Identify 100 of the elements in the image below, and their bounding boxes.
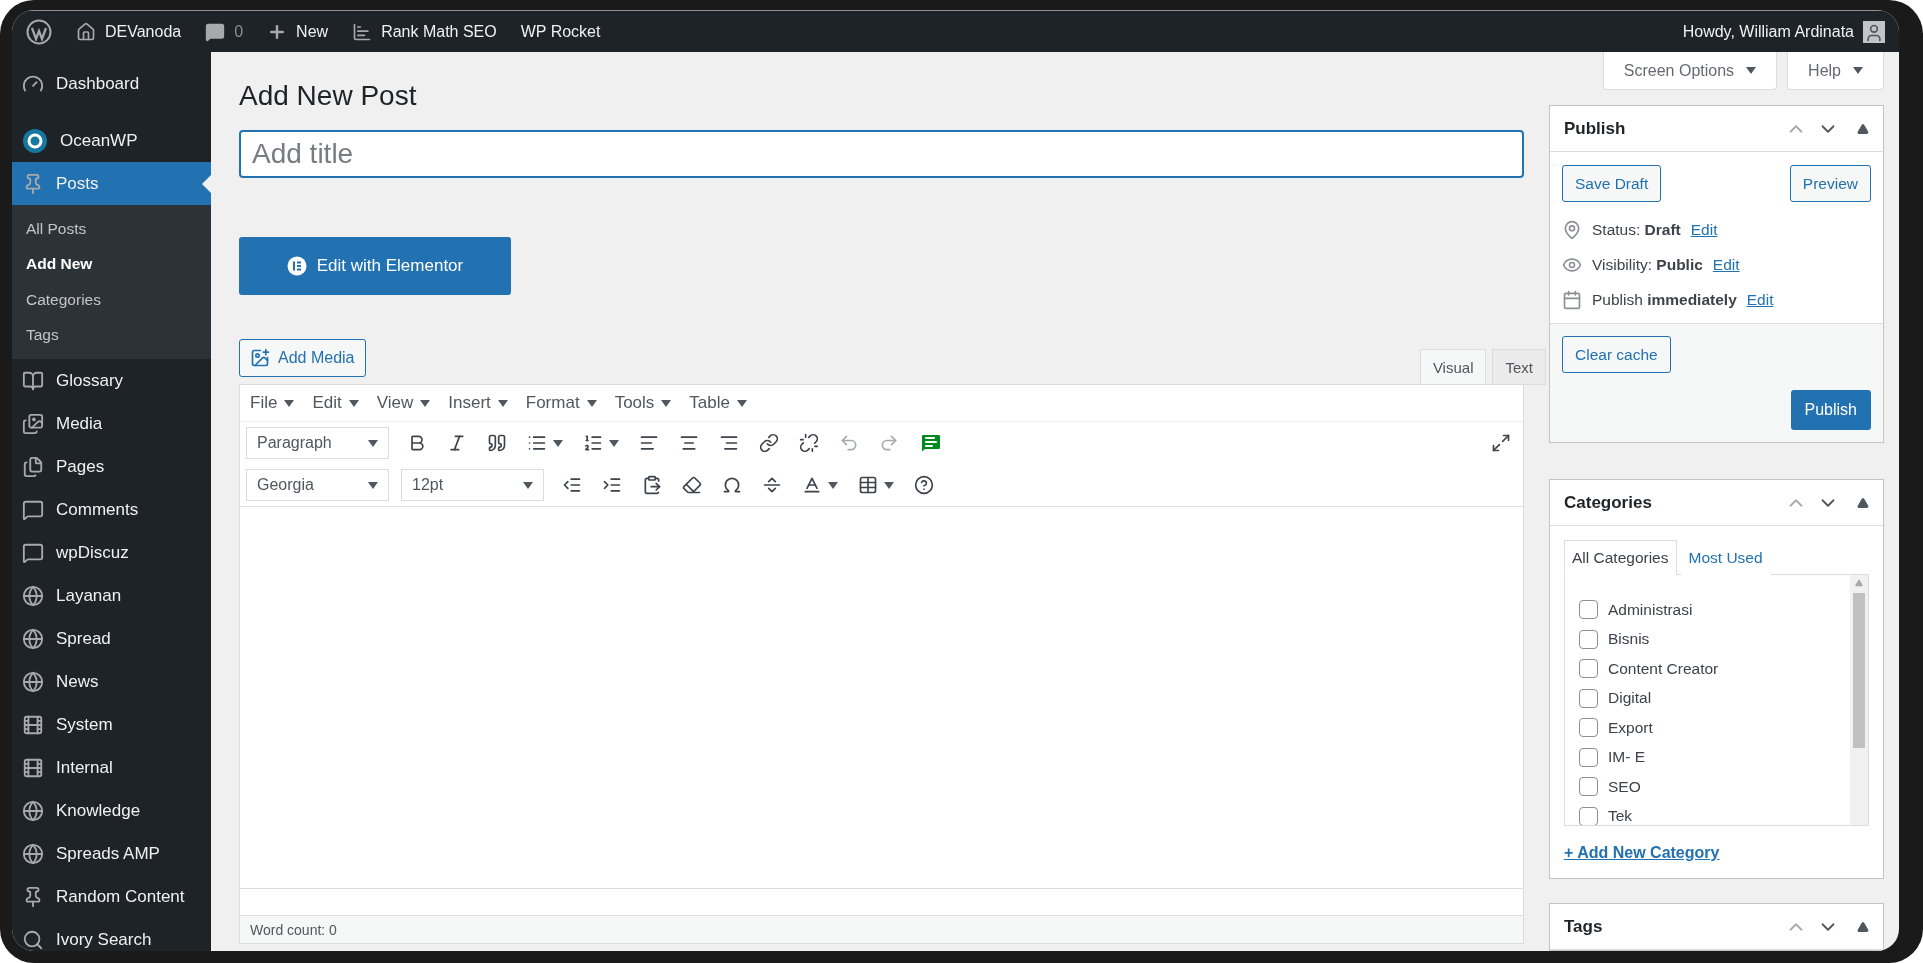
globe-icon <box>22 842 44 865</box>
checkbox[interactable] <box>1579 659 1598 679</box>
submenu-item[interactable]: Add New <box>12 246 211 282</box>
checkbox[interactable] <box>1579 718 1598 738</box>
preview-button[interactable]: Preview <box>1789 165 1871 202</box>
sidebar-item[interactable]: Layanan <box>12 574 211 617</box>
sidebar-item[interactable]: Ivory Search <box>12 918 211 951</box>
collapse-icon[interactable] <box>1857 122 1869 135</box>
add-category-link[interactable]: + Add New Category <box>1564 844 1720 862</box>
edit-link[interactable]: Edit <box>1712 255 1740 274</box>
publish-setting: Status: Draft <box>1592 220 1681 239</box>
submenu-item[interactable]: All Posts <box>12 211 211 247</box>
panel-title: Categories <box>1564 492 1653 513</box>
panel-title: Tags <box>1564 916 1604 937</box>
ring-logo-icon <box>22 127 48 154</box>
checkbox[interactable] <box>1579 747 1598 767</box>
submenu-item[interactable]: Tags <box>12 317 211 353</box>
add-media-button[interactable]: Add Media <box>239 339 366 377</box>
greeting-link[interactable]: Howdy, William Ardinata <box>1682 22 1854 41</box>
clear-cache-button[interactable]: Clear cache <box>1562 336 1671 373</box>
collapse-icon[interactable] <box>1857 920 1869 933</box>
font-select[interactable]: Georgia <box>246 469 389 501</box>
sidebar-item[interactable]: News <box>12 660 211 703</box>
sidebar-item[interactable]: wpDiscuz <box>12 531 211 574</box>
editor-menu[interactable]: Insert <box>448 393 508 413</box>
sidebar-item[interactable]: Spread <box>12 617 211 660</box>
globe-icon <box>22 627 44 650</box>
media-icon <box>250 348 270 368</box>
category-label[interactable]: Export <box>1608 718 1653 737</box>
sidebar-item[interactable]: Media <box>12 402 211 445</box>
editor-tab[interactable]: Visual <box>1419 349 1487 385</box>
category-label[interactable]: SEO <box>1608 777 1641 796</box>
editor-menu[interactable]: Edit <box>312 393 359 413</box>
sidebar-item[interactable]: Dashboard <box>12 62 211 105</box>
editor-menu[interactable]: View <box>376 393 431 413</box>
comment-icon <box>22 498 44 521</box>
pages-icon <box>22 455 44 478</box>
pin-icon <box>1562 219 1582 240</box>
edit-link[interactable]: Edit <box>1690 220 1718 239</box>
sidebar-item[interactable]: Pages <box>12 445 211 488</box>
avatar-icon[interactable] <box>1863 20 1885 43</box>
scrollbar[interactable] <box>1850 575 1868 825</box>
calendar-icon <box>1562 289 1582 310</box>
sidebar-item[interactable]: Posts <box>12 162 211 205</box>
header-tab-button[interactable]: Screen Options <box>1602 52 1778 90</box>
film-icon <box>22 756 44 779</box>
globe-icon <box>22 799 44 822</box>
submenu-item[interactable]: Categories <box>12 282 211 318</box>
editor-menu[interactable]: Tools <box>614 393 672 413</box>
sidebar-item[interactable]: Random Content <box>12 875 211 918</box>
size-select[interactable]: 12pt <box>401 469 544 501</box>
category-tab[interactable]: All Categories <box>1564 540 1677 575</box>
search-icon <box>22 928 44 951</box>
sidebar-item[interactable]: System <box>12 703 211 746</box>
editor-tab[interactable]: Text <box>1492 349 1546 385</box>
category-label[interactable]: Tek <box>1608 807 1633 825</box>
publish-button[interactable]: Publish <box>1790 390 1871 430</box>
elementor-button[interactable]: Edit with Elementor <box>239 237 511 295</box>
collapse-icon[interactable] <box>1857 496 1869 509</box>
checkbox[interactable] <box>1579 629 1598 649</box>
sidebar-item[interactable]: Spreads AMP <box>12 832 211 875</box>
save-draft-button[interactable]: Save Draft <box>1562 165 1662 202</box>
film-icon <box>22 713 44 736</box>
home-icon[interactable] <box>76 21 96 42</box>
header-tab-button[interactable]: Help <box>1787 52 1884 90</box>
globe-icon <box>22 670 44 693</box>
checkbox[interactable] <box>1579 688 1598 708</box>
admin-bar-link[interactable]: Rank Math SEO <box>381 22 497 41</box>
category-label[interactable]: IM- E <box>1608 748 1646 767</box>
site-name-link[interactable]: DEVanoda <box>105 22 182 41</box>
admin-bar-link[interactable]: WP Rocket <box>520 22 601 41</box>
sidebar-item[interactable]: Internal <box>12 746 211 789</box>
category-label[interactable]: Administrasi <box>1608 600 1693 619</box>
format-select[interactable]: Paragraph <box>246 427 389 459</box>
word-count: Word count: 0 <box>240 915 1523 943</box>
sidebar-item[interactable]: Comments <box>12 488 211 531</box>
editor-menu[interactable]: Table <box>689 393 747 413</box>
checkbox[interactable] <box>1579 806 1598 825</box>
comment-icon[interactable] <box>205 21 226 42</box>
media-icon <box>22 412 44 435</box>
editor-menu[interactable]: File <box>250 393 295 413</box>
elementor-icon <box>286 256 307 276</box>
category-label[interactable]: Digital <box>1608 689 1652 708</box>
sidebar-item[interactable]: OceanWP <box>12 119 211 162</box>
category-label[interactable]: Bisnis <box>1608 630 1650 649</box>
wordpress-logo-icon[interactable] <box>26 18 52 45</box>
sidebar-item[interactable]: Knowledge <box>12 789 211 832</box>
category-label[interactable]: Content Creator <box>1608 659 1719 678</box>
checkbox[interactable] <box>1579 777 1598 797</box>
checkbox[interactable] <box>1579 600 1598 620</box>
panel-title: Publish <box>1564 118 1627 139</box>
comment-icon <box>22 541 44 564</box>
new-link[interactable]: New <box>296 22 329 41</box>
globe-icon <box>22 584 44 607</box>
editor-menu[interactable]: Format <box>525 393 597 413</box>
sidebar-item[interactable]: Glossary <box>12 359 211 402</box>
page-title: Add New Post <box>239 79 418 113</box>
title-field[interactable]: Add title <box>239 130 1524 178</box>
edit-link[interactable]: Edit <box>1746 290 1774 309</box>
chart-icon[interactable] <box>352 21 373 42</box>
